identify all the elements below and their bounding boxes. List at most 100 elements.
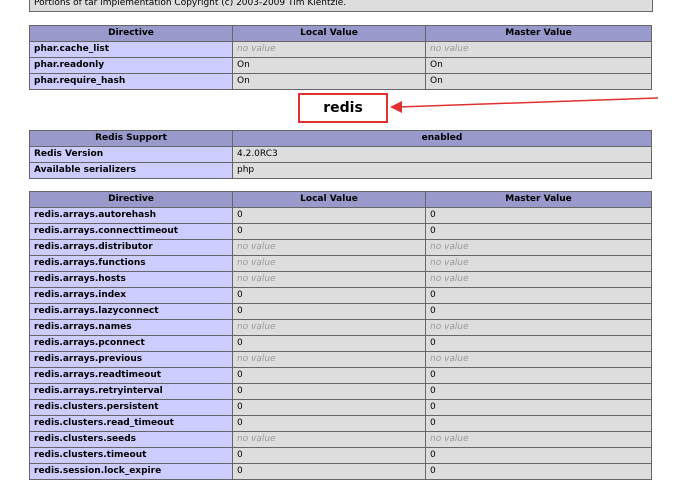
table-row: redis.clusters.timeout 0 0 [29,447,652,464]
table-row: redis.session.lock_expire 0 0 [29,463,652,480]
header-directive: Directive [29,25,233,42]
header-local-value: Local Value [232,25,426,42]
local-value: 0 [232,447,426,464]
directive-name: phar.require_hash [29,73,233,90]
master-value: 0 [425,447,652,464]
directive-name: redis.arrays.lazyconnect [29,303,233,320]
master-value: no value [425,255,652,272]
phar-directive-table-wrap: Directive Local Value Master Value phar.… [29,25,652,90]
table-row: Available serializers php [29,162,652,179]
table-row: Redis Version 4.2.0RC3 [29,146,652,163]
header-master-value: Master Value [425,191,652,208]
phar-directive-table: Directive Local Value Master Value phar.… [29,25,652,90]
header-enabled: enabled [232,130,652,147]
master-value: 0 [425,207,652,224]
directive-name: phar.cache_list [29,41,233,58]
master-value: 0 [425,303,652,320]
local-value: no value [232,41,426,58]
local-value: 0 [232,223,426,240]
redis-support-table-wrap: Redis Support enabled Redis Version 4.2.0… [29,130,652,179]
header-directive: Directive [29,191,233,208]
directive-name: redis.clusters.persistent [29,399,233,416]
table-row: redis.arrays.readtimeout 0 0 [29,367,652,384]
info-name: Redis Version [29,146,233,163]
master-value: 0 [425,399,652,416]
header-redis-support: Redis Support [29,130,233,147]
annotation-arrow [390,97,659,113]
directive-name: redis.clusters.seeds [29,431,233,448]
local-value: 0 [232,207,426,224]
directive-name: redis.arrays.previous [29,351,233,368]
redis-directive-table-wrap: Directive Local Value Master Value redis… [29,191,652,480]
table-row: redis.arrays.distributor no value no value [29,239,652,256]
local-value: 0 [232,303,426,320]
local-value: 0 [232,383,426,400]
master-value: no value [425,431,652,448]
master-value: 0 [425,287,652,304]
table-row: phar.cache_list no value no value [29,41,652,58]
directive-name: redis.clusters.read_timeout [29,415,233,432]
master-value: 0 [425,415,652,432]
local-value: 0 [232,415,426,432]
master-value: 0 [425,223,652,240]
redis-support-table: Redis Support enabled Redis Version 4.2.0… [29,130,652,179]
table-row: redis.arrays.autorehash 0 0 [29,207,652,224]
local-value: 0 [232,463,426,480]
directive-name: redis.arrays.hosts [29,271,233,288]
table-row: redis.clusters.persistent 0 0 [29,399,652,416]
table-row: redis.clusters.seeds no value no value [29,431,652,448]
directive-name: redis.arrays.retryinterval [29,383,233,400]
master-value: no value [425,319,652,336]
directive-name: redis.arrays.functions [29,255,233,272]
table-row: redis.arrays.lazyconnect 0 0 [29,303,652,320]
redis-directive-table: Directive Local Value Master Value redis… [29,191,652,480]
local-value: no value [232,319,426,336]
directive-name: redis.arrays.names [29,319,233,336]
table-row: redis.arrays.connecttimeout 0 0 [29,223,652,240]
directive-name: redis.arrays.autorehash [29,207,233,224]
local-value: On [232,57,426,74]
table-row: redis.arrays.functions no value no value [29,255,652,272]
master-value: 0 [425,383,652,400]
local-value: no value [232,351,426,368]
directive-name: redis.arrays.connecttimeout [29,223,233,240]
info-value: php [232,162,652,179]
master-value: no value [425,41,652,58]
master-value: 0 [425,367,652,384]
local-value: 0 [232,367,426,384]
table-row: redis.arrays.names no value no value [29,319,652,336]
local-value: 0 [232,335,426,352]
local-value: no value [232,431,426,448]
master-value: 0 [425,463,652,480]
master-value: no value [425,239,652,256]
header-local-value: Local Value [232,191,426,208]
table-row: redis.arrays.index 0 0 [29,287,652,304]
table-row: redis.arrays.retryinterval 0 0 [29,383,652,400]
directive-name: redis.session.lock_expire [29,463,233,480]
directive-name: redis.arrays.readtimeout [29,367,233,384]
directive-name: redis.arrays.distributor [29,239,233,256]
local-value: no value [232,255,426,272]
master-value: On [425,57,652,74]
table-row: redis.arrays.pconnect 0 0 [29,335,652,352]
directive-name: redis.arrays.pconnect [29,335,233,352]
directive-name: phar.readonly [29,57,233,74]
local-value: no value [232,239,426,256]
table-row: redis.arrays.previous no value no value [29,351,652,368]
local-value: no value [232,271,426,288]
redis-section-title: redis [298,93,388,123]
local-value: 0 [232,287,426,304]
table-row: redis.clusters.read_timeout 0 0 [29,415,652,432]
table-row: redis.arrays.hosts no value no value [29,271,652,288]
info-name: Available serializers [29,162,233,179]
info-value: 4.2.0RC3 [232,146,652,163]
directive-name: redis.arrays.index [29,287,233,304]
master-value: no value [425,271,652,288]
copyright-text: Portions of tar implementation Copyright… [29,0,653,12]
master-value: no value [425,351,652,368]
table-row: phar.readonly On On [29,57,652,74]
master-value: 0 [425,335,652,352]
directive-name: redis.clusters.timeout [29,447,233,464]
header-master-value: Master Value [425,25,652,42]
local-value: 0 [232,399,426,416]
